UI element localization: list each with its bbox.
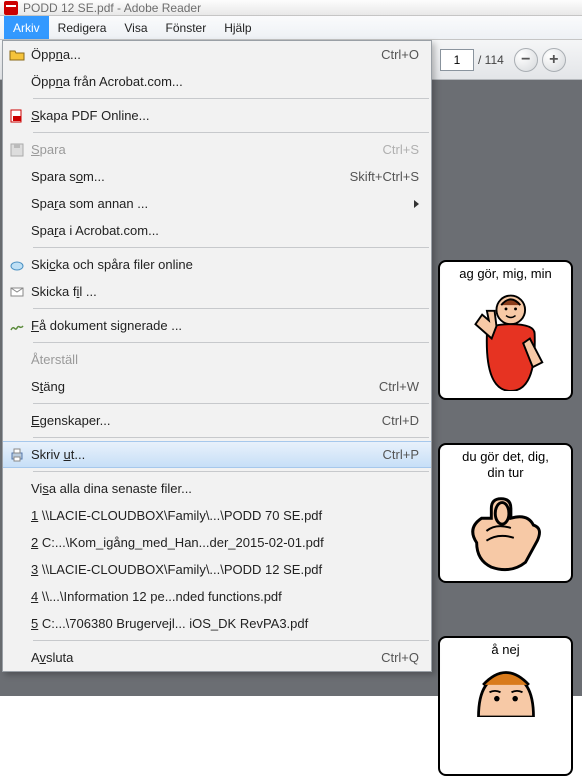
menu-recent-4[interactable]: 4 \\...\Information 12 pe...nded functio…: [3, 583, 431, 610]
menu-properties[interactable]: Egenskaper... Ctrl+D: [3, 407, 431, 434]
pdf-icon: [4, 1, 18, 15]
menu-window[interactable]: Fönster: [157, 16, 216, 39]
separator: [33, 247, 429, 248]
title-bar: PODD 12 SE.pdf - Adobe Reader: [0, 0, 582, 16]
card-label: du gör det, dig,din tur: [444, 449, 567, 480]
window-title: PODD 12 SE.pdf - Adobe Reader: [23, 1, 201, 15]
separator: [33, 640, 429, 641]
separator: [33, 98, 429, 99]
file-menu-dropdown: Öppna... Ctrl+O Öppna från Acrobat.com..…: [2, 40, 432, 672]
separator: [33, 471, 429, 472]
pointing-hand-icon: [456, 484, 556, 572]
separator: [33, 342, 429, 343]
separator: [33, 308, 429, 309]
menu-send-file[interactable]: Skicka fil ...: [3, 278, 431, 305]
menu-edit[interactable]: Redigera: [49, 16, 116, 39]
menu-recent-1[interactable]: 1 \\LACIE-CLOUDBOX\Family\...\PODD 70 SE…: [3, 502, 431, 529]
card-label: å nej: [444, 642, 567, 658]
page-total: / 114: [478, 53, 504, 67]
menu-save-in-acrobat[interactable]: Spara i Acrobat.com...: [3, 217, 431, 244]
menu-revert: Återställ: [3, 346, 431, 373]
menu-recent-5[interactable]: 5 C:...\706380 Brugervejl... iOS_DK RevP…: [3, 610, 431, 637]
menu-create-pdf-online[interactable]: Skapa PDF Online...: [3, 102, 431, 129]
separator: [33, 437, 429, 438]
folder-open-icon: [3, 47, 31, 63]
menu-save-as[interactable]: Spara som... Skift+Ctrl+S: [3, 163, 431, 190]
menu-help[interactable]: Hjälp: [215, 16, 260, 39]
pdf-create-icon: [3, 108, 31, 124]
printer-icon: [3, 447, 31, 463]
menu-open-acrobat[interactable]: Öppna från Acrobat.com...: [3, 68, 431, 95]
menu-open[interactable]: Öppna... Ctrl+O: [3, 41, 431, 68]
menu-send-track[interactable]: Skicka och spåra filer online: [3, 251, 431, 278]
envelope-icon: [3, 284, 31, 300]
cloud-send-icon: [3, 257, 31, 273]
menu-exit[interactable]: Avsluta Ctrl+Q: [3, 644, 431, 671]
face-ohno-icon: [456, 662, 556, 717]
separator: [33, 132, 429, 133]
menu-save: Spara Ctrl+S: [3, 136, 431, 163]
menu-recent-2[interactable]: 2 C:...\Kom_igång_med_Han...der_2015-02-…: [3, 529, 431, 556]
menu-close[interactable]: Stäng Ctrl+W: [3, 373, 431, 400]
menu-get-signed[interactable]: Få dokument signerade ...: [3, 312, 431, 339]
menu-recent-3[interactable]: 3 \\LACIE-CLOUDBOX\Family\...\PODD 12 SE…: [3, 556, 431, 583]
podd-card-du: du gör det, dig,din tur: [438, 443, 573, 583]
chevron-right-icon: [414, 200, 419, 208]
person-thumb-icon: [456, 286, 556, 391]
podd-card-jag: ag gör, mig, min: [438, 260, 573, 400]
menu-save-as-other[interactable]: Spara som annan ...: [3, 190, 431, 217]
menu-view[interactable]: Visa: [115, 16, 156, 39]
separator: [33, 403, 429, 404]
card-label: ag gör, mig, min: [444, 266, 567, 282]
menu-bar: Arkiv Redigera Visa Fönster Hjälp: [0, 16, 582, 40]
menu-file[interactable]: Arkiv: [4, 16, 49, 39]
save-icon: [3, 142, 31, 158]
signature-icon: [3, 318, 31, 334]
menu-print[interactable]: Skriv ut... Ctrl+P: [3, 441, 431, 468]
podd-card-anej: å nej: [438, 636, 573, 776]
zoom-out-button[interactable]: −: [514, 48, 538, 72]
zoom-in-button[interactable]: +: [542, 48, 566, 72]
page-number-input[interactable]: [440, 49, 474, 71]
menu-show-recent[interactable]: Visa alla dina senaste filer...: [3, 475, 431, 502]
